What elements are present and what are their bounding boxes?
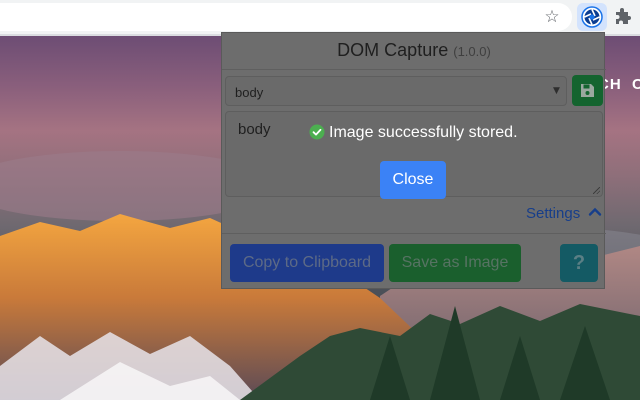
check-circle-icon <box>309 124 325 140</box>
title-divider <box>222 69 606 70</box>
textarea-content: body <box>238 121 271 138</box>
aperture-icon <box>581 6 603 28</box>
save-selector-button[interactable] <box>572 75 603 106</box>
site-nav-text-2[interactable]: C <box>632 76 640 93</box>
chevron-up-icon[interactable] <box>588 205 602 219</box>
selector-value: body <box>235 85 264 100</box>
actions-divider <box>222 233 606 234</box>
help-button[interactable]: ? <box>560 244 598 282</box>
popup-version: (1.0.0) <box>453 44 491 59</box>
floppy-disk-icon <box>581 84 594 97</box>
popup-title: DOM Capture (1.0.0) <box>222 40 606 61</box>
star-icon[interactable]: ☆ <box>541 6 563 28</box>
resize-handle[interactable] <box>593 187 600 194</box>
success-message: Image successfully stored. <box>329 124 518 141</box>
address-bar[interactable] <box>0 3 572 31</box>
save-as-image-button[interactable]: Save as Image <box>389 244 521 282</box>
element-selector-dropdown[interactable]: body ▼ <box>225 76 567 106</box>
puzzle-icon[interactable] <box>612 6 634 28</box>
copy-to-clipboard-button[interactable]: Copy to Clipboard <box>230 244 384 282</box>
popup-title-text: DOM Capture <box>337 40 449 60</box>
settings-toggle[interactable]: Settings <box>526 205 580 222</box>
dom-capture-extension-button[interactable] <box>577 3 607 31</box>
close-notification-button[interactable]: Close <box>380 161 446 199</box>
chevron-down-icon: ▼ <box>553 86 560 96</box>
browser-toolbar: ☆ <box>0 0 640 34</box>
